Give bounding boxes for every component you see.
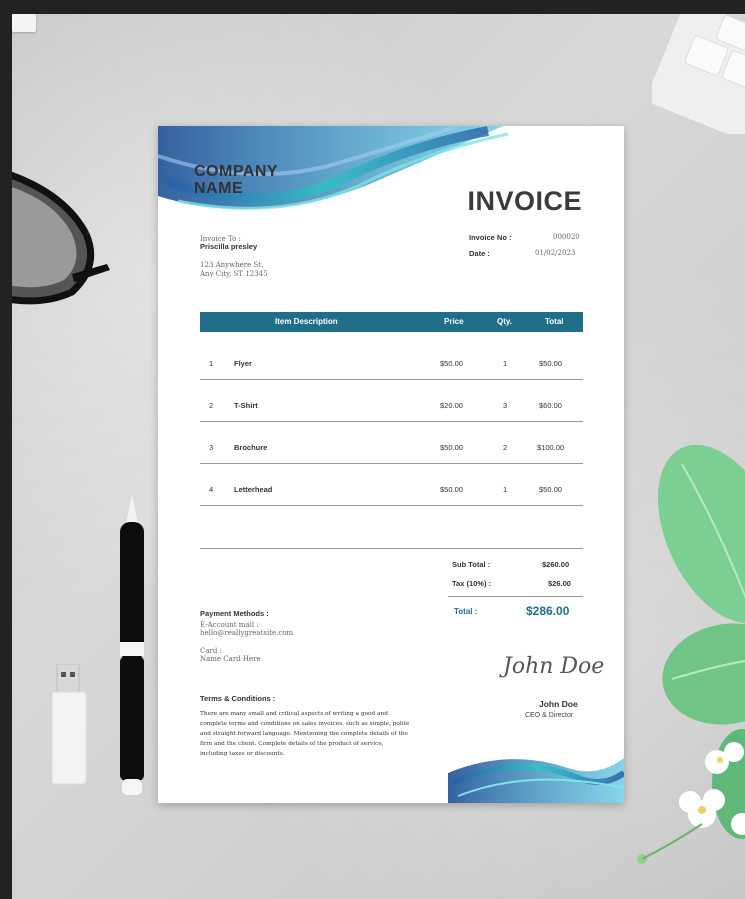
table-row: 3 Brochure $50.00 2 $100.00 [200,429,583,464]
payment-methods-title: Payment Methods : [200,609,269,618]
signature: John Doe [503,654,605,679]
row-price: $20.00 [440,401,463,410]
payment-card: Name Card Here [200,655,261,663]
header-price: Price [444,317,464,326]
client-address-line2: Any City, ST 12345 [200,270,268,278]
tax-label: Tax (10%) : [452,579,492,588]
glasses-image [12,171,110,305]
pen-image [120,494,144,795]
row-number: 4 [209,485,214,494]
table-divider [200,548,583,549]
table-row: 2 T-Shirt $20.00 3 $60.00 [200,387,583,422]
row-description: T-Shirt [234,401,258,410]
payment-email: hello@reallygreatsite.com [200,629,294,637]
company-name-line1: COMPANY [194,163,279,180]
subtotal-value: $260.00 [542,560,570,569]
header-qty: Qty. [497,317,512,326]
usb-drive-image [52,664,87,785]
invoice-page: COMPANY NAME INVOICE Invoice To : Prisci… [158,126,624,803]
tax-value: $26.00 [548,579,571,588]
row-number: 1 [209,359,214,368]
header-item-description: Item Description [275,317,338,326]
items-table-header: Item Description Price Qty. Total [200,312,583,332]
screenshot-frame: COMPANY NAME INVOICE Invoice To : Prisci… [0,0,745,899]
row-qty: 1 [503,359,508,368]
row-total: $50.00 [539,485,562,494]
row-number: 3 [209,443,214,452]
row-price: $50.00 [440,359,463,368]
row-description: Brochure [234,443,268,452]
total-label: Total : [454,607,478,616]
payment-card-label: Card : [200,647,222,655]
client-name: Priscilla presley [200,242,258,251]
payment-email-label: E-Account mail : [200,621,259,629]
terms-title: Terms & Conditions : [200,694,276,703]
footer-wave-graphic [448,758,624,803]
table-row: 4 Letterhead $50.00 1 $50.00 [200,471,583,506]
row-total: $50.00 [539,359,562,368]
totals-divider [448,596,583,597]
header-total: Total [545,317,564,326]
invoice-date: 01/02/2023 [535,249,576,257]
company-name-line2: NAME [194,180,244,197]
row-price: $50.00 [440,485,463,494]
invoice-number-label: Invoice No : [469,233,512,242]
row-description: Flyer [234,359,252,368]
invoice-title: INVOICE [467,186,582,216]
row-total: $60.00 [539,401,562,410]
row-total: $100.00 [537,443,565,452]
row-qty: 2 [503,443,508,452]
grand-total: $286.00 [526,604,570,618]
date-label: Date : [469,249,490,258]
table-row: 1 Flyer $50.00 1 $50.00 [200,345,583,380]
row-description: Letterhead [234,485,273,494]
client-address-line1: 123 Anywhere St. [200,261,264,269]
invoice-number: 000020 [553,233,580,241]
signer-name: John Doe [539,699,578,709]
row-price: $50.00 [440,443,463,452]
company-name: COMPANY NAME [194,163,314,197]
signer-title: CEO & Director [525,712,574,719]
subtotal-label: Sub Total : [452,560,491,569]
row-qty: 3 [503,401,508,410]
row-qty: 1 [503,485,508,494]
row-number: 2 [209,401,214,410]
terms-text: There are many small and critical aspect… [200,711,410,757]
binder-clip [12,14,36,32]
keyboard-image [652,14,745,134]
